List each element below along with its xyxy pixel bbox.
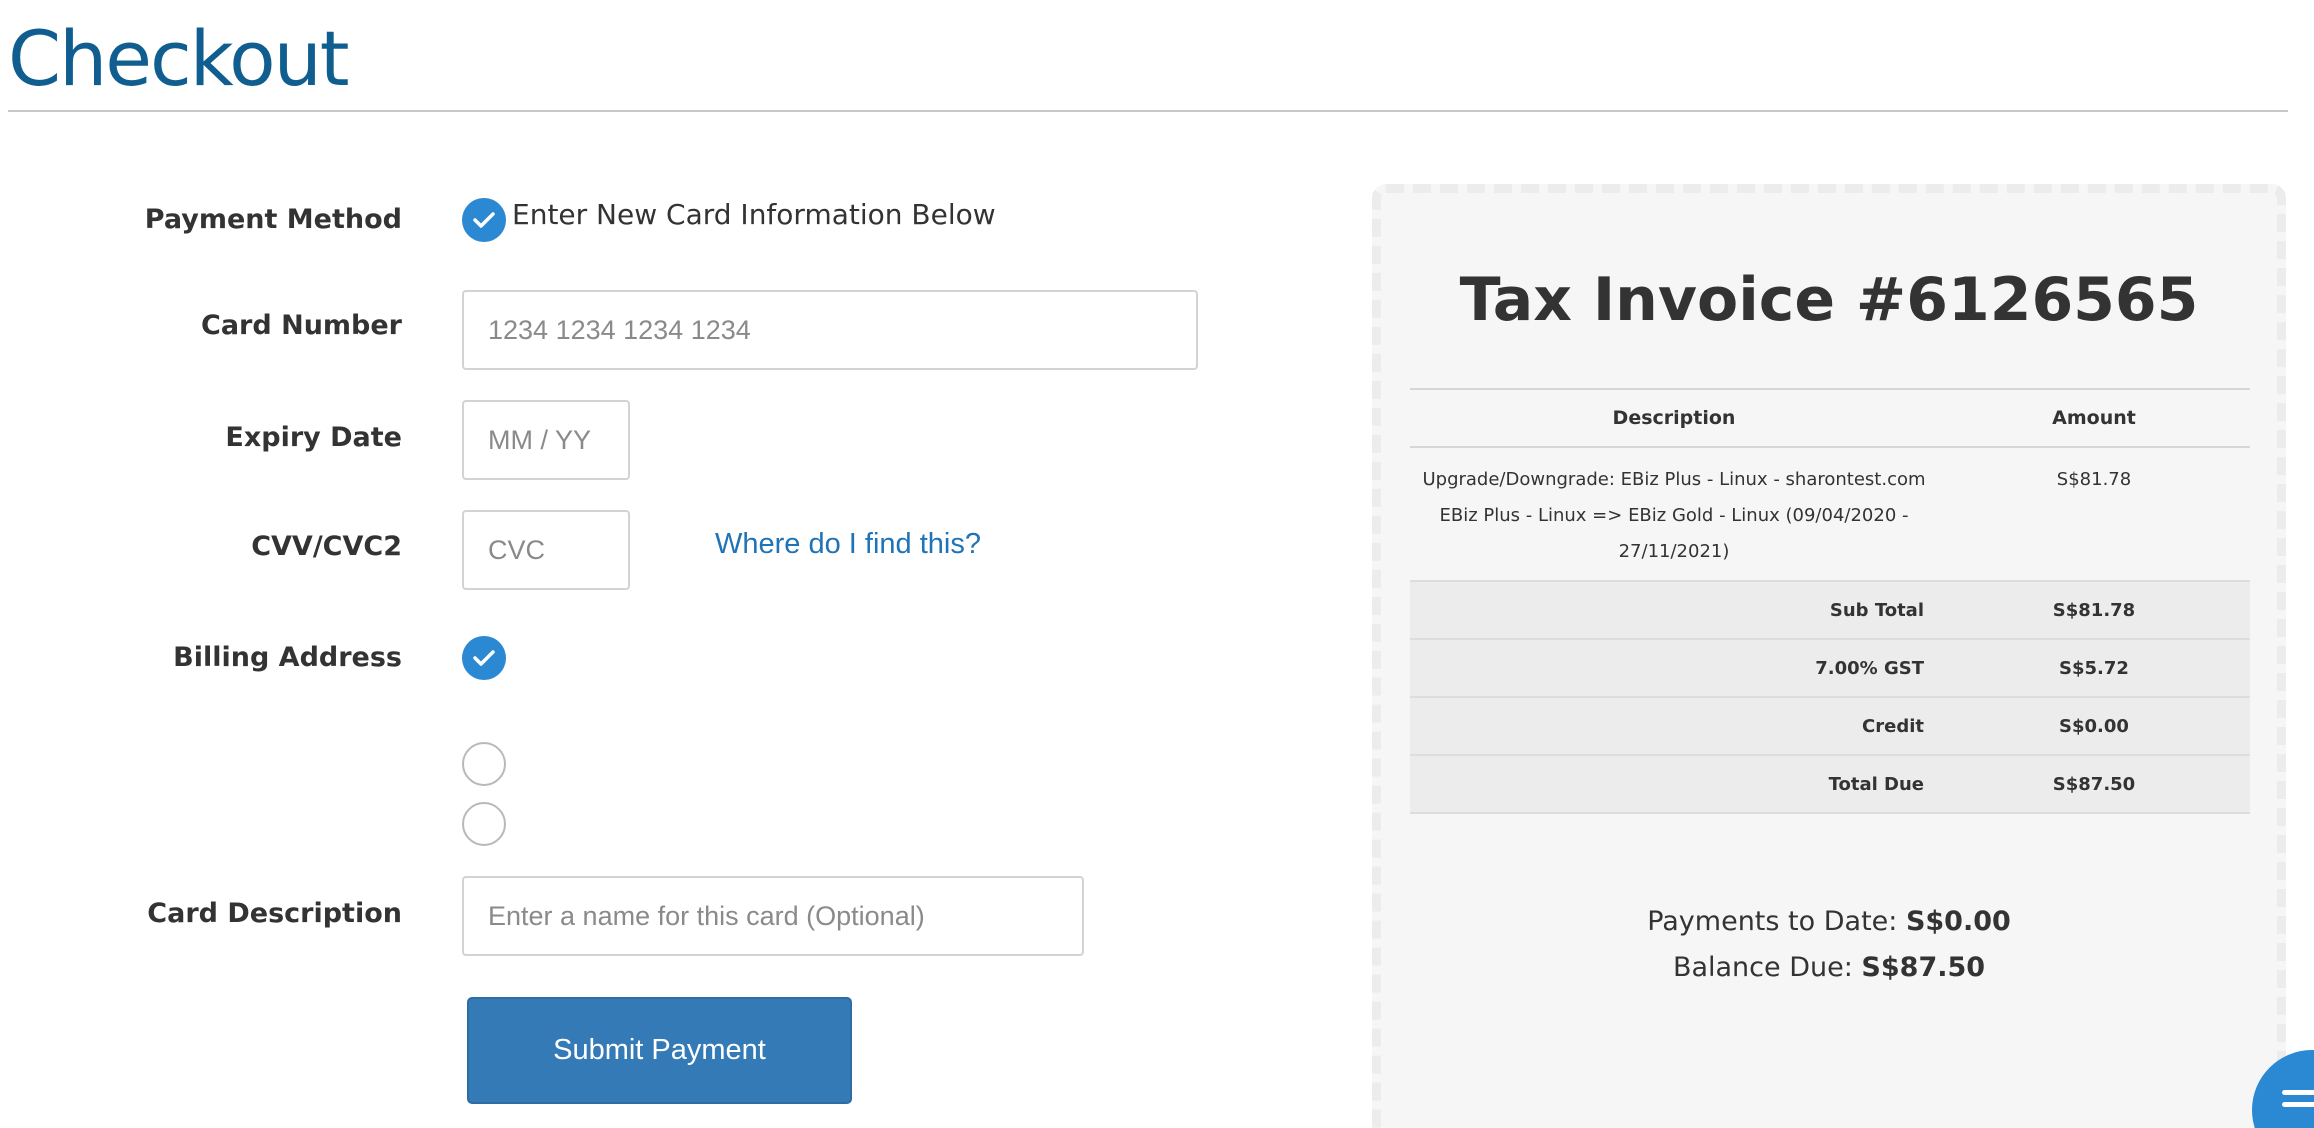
payment-method-label: Payment Method bbox=[144, 204, 402, 235]
credit-label: Credit bbox=[1410, 697, 1938, 756]
description-header: Description bbox=[1410, 388, 1938, 448]
card-description-input[interactable] bbox=[462, 876, 1084, 956]
credit-row: Credit S$0.00 bbox=[1410, 697, 2250, 756]
card-number-label: Card Number bbox=[201, 310, 402, 341]
subtotal-label: Sub Total bbox=[1410, 581, 1938, 640]
payments-to-date-value: S$0.00 bbox=[1905, 906, 2011, 937]
total-due-value: S$87.50 bbox=[1938, 755, 2250, 814]
submit-payment-button[interactable]: Submit Payment bbox=[467, 997, 852, 1104]
balance-due-value: S$87.50 bbox=[1861, 952, 1986, 983]
item-amount: S$81.78 bbox=[1938, 447, 2250, 582]
checkout-page: Checkout Payment Method Enter New Card I… bbox=[0, 0, 2314, 1128]
billing-address-label: Billing Address bbox=[173, 642, 402, 673]
payment-method-radio[interactable] bbox=[462, 198, 506, 242]
amount-header: Amount bbox=[1938, 388, 2250, 448]
card-description-label: Card Description bbox=[147, 898, 402, 929]
cvv-label: CVV/CVC2 bbox=[251, 531, 402, 562]
page-title: Checkout bbox=[8, 14, 350, 103]
item-description: Upgrade/Downgrade: EBiz Plus - Linux - s… bbox=[1410, 447, 1938, 582]
payments-summary: Payments to Date: S$0.00 Balance Due: S$… bbox=[1381, 899, 2277, 991]
item-line-1: Upgrade/Downgrade: EBiz Plus - Linux - s… bbox=[1422, 469, 1926, 490]
total-due-label: Total Due bbox=[1410, 755, 1938, 814]
check-icon bbox=[473, 650, 495, 666]
balance-due: Balance Due: S$87.50 bbox=[1381, 945, 2277, 991]
expiry-date-label: Expiry Date bbox=[225, 422, 402, 453]
title-divider bbox=[8, 110, 2288, 112]
item-line-2: EBiz Plus - Linux => EBiz Gold - Linux (… bbox=[1439, 505, 1909, 526]
invoice-table: Description Amount Upgrade/Downgrade: EB… bbox=[1410, 388, 2250, 814]
invoice-panel: Tax Invoice #6126565 Description Amount … bbox=[1372, 184, 2286, 1128]
chat-icon bbox=[2282, 1090, 2314, 1107]
invoice-title: Tax Invoice #6126565 bbox=[1459, 265, 2199, 335]
item-line-3: 27/11/2021) bbox=[1618, 541, 1730, 562]
payments-to-date-label: Payments to Date: bbox=[1647, 906, 1898, 937]
cvv-input[interactable] bbox=[462, 510, 630, 590]
gst-row: 7.00% GST S$5.72 bbox=[1410, 639, 2250, 698]
credit-value: S$0.00 bbox=[1938, 697, 2250, 756]
balance-due-label: Balance Due: bbox=[1672, 952, 1853, 983]
billing-address-radio-2[interactable] bbox=[462, 742, 506, 786]
total-due-row: Total Due S$87.50 bbox=[1410, 755, 2250, 814]
subtotal-row: Sub Total S$81.78 bbox=[1410, 581, 2250, 640]
payment-method-option-label[interactable]: Enter New Card Information Below bbox=[512, 198, 996, 231]
billing-address-radio-1[interactable] bbox=[462, 636, 506, 680]
card-number-input[interactable] bbox=[462, 290, 1198, 370]
payments-to-date: Payments to Date: S$0.00 bbox=[1381, 899, 2277, 945]
billing-address-radio-3[interactable] bbox=[462, 802, 506, 846]
subtotal-value: S$81.78 bbox=[1938, 581, 2250, 640]
check-icon bbox=[473, 212, 495, 228]
invoice-item-row: Upgrade/Downgrade: EBiz Plus - Linux - s… bbox=[1410, 447, 2250, 582]
expiry-date-input[interactable] bbox=[462, 400, 630, 480]
cvv-help-link[interactable]: Where do I find this? bbox=[715, 528, 981, 561]
invoice-header-row: Description Amount bbox=[1410, 388, 2250, 448]
gst-value: S$5.72 bbox=[1938, 639, 2250, 698]
gst-label: 7.00% GST bbox=[1410, 639, 1938, 698]
